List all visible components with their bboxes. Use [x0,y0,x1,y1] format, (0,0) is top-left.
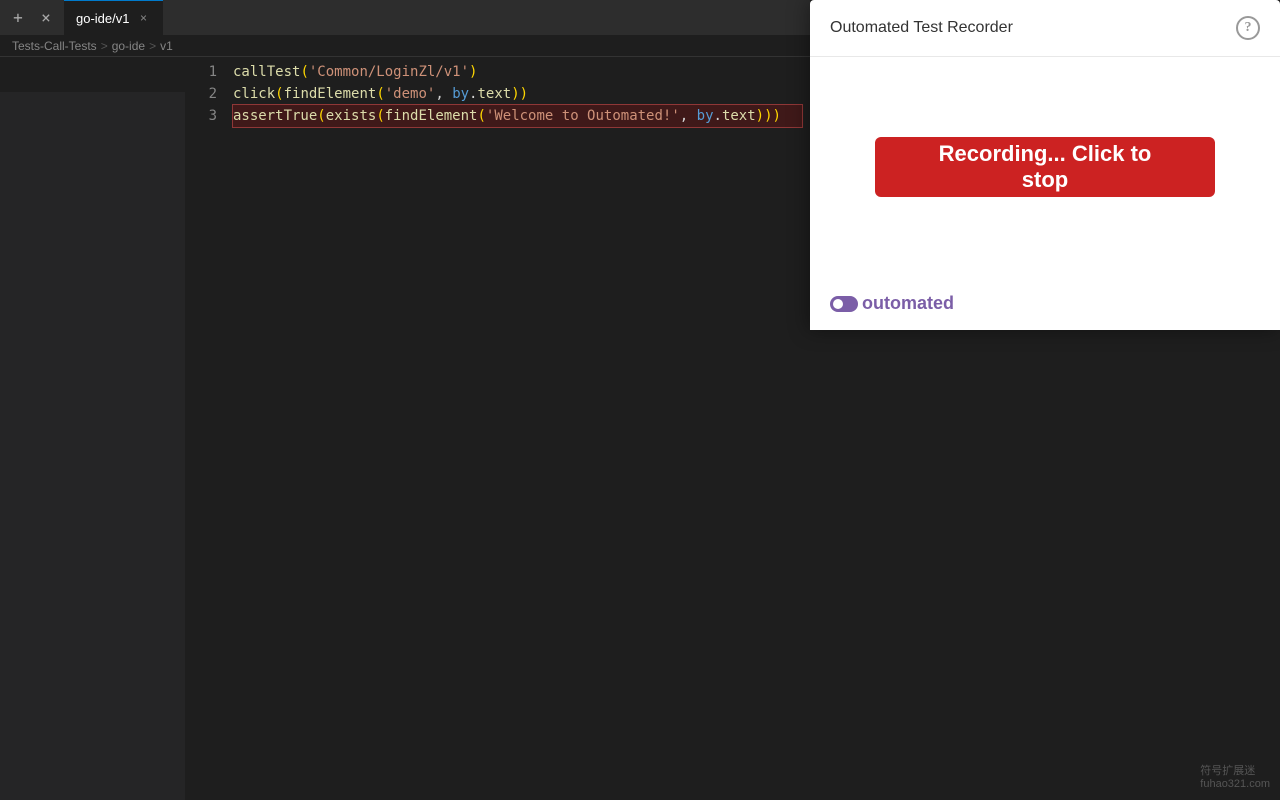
editor-area: + × go-ide/v1 × Tests-Call-Tests > go-id… [0,0,810,800]
code-token: ( [275,86,283,102]
watermark-line1: 符号扩展迷 [1200,762,1270,778]
code-line-2: click(findElement('demo', by.text)) [233,83,802,105]
code-token: text [477,86,511,102]
tab-label: go-ide/v1 [76,11,129,26]
code-token: by [452,86,469,102]
code-token: 'Welcome to Outomated!' [486,108,680,124]
breadcrumb-sep-2: > [149,39,156,53]
code-line-1: callTest('Common/LoginZl/v1') [233,61,802,83]
code-token: ) [469,64,477,80]
breadcrumb-part-1: Tests-Call-Tests [12,39,97,53]
code-token: assertTrue [233,108,317,124]
code-token: 'demo' [385,86,436,102]
code-token: ( [300,64,308,80]
code-token: ( [376,86,384,102]
watermark: 符号扩展迷 fuhao321.com [1200,762,1270,790]
code-token: ( [376,108,384,124]
close-tab-button[interactable]: × [32,4,60,32]
panel-title: Outomated Test Recorder [830,19,1013,37]
code-token: exists [326,108,377,124]
panel-body: Recording... Click to stop [810,57,1280,277]
code-token: 'Common/LoginZl/v1' [309,64,469,80]
tab-close-icon[interactable]: × [135,10,151,26]
tab-bar: + × go-ide/v1 × [0,0,810,35]
code-token: , [435,86,452,102]
code-token: ))) [756,108,781,124]
tab-go-ide[interactable]: go-ide/v1 × [64,0,163,35]
breadcrumb-part-2: go-ide [112,39,145,53]
editor-body: 1 2 3 callTest('Common/LoginZl/v1') clic… [0,57,810,800]
code-token: ( [317,108,325,124]
panel-header: Outomated Test Recorder ? [810,0,1280,57]
code-token: findElement [385,108,478,124]
line-numbers: 1 2 3 [185,57,225,800]
recorder-panel: Outomated Test Recorder ? Recording... C… [810,0,1280,330]
code-content[interactable]: callTest('Common/LoginZl/v1') click(find… [225,57,810,800]
code-area: 1 2 3 callTest('Common/LoginZl/v1') clic… [185,57,810,800]
tab-actions: + × [4,4,60,32]
stop-recording-button[interactable]: Recording... Click to stop [875,137,1215,197]
sidebar-left [0,92,185,800]
add-tab-button[interactable]: + [4,4,32,32]
code-token: . [714,108,722,124]
breadcrumb-part-3: v1 [160,39,173,53]
code-token: callTest [233,64,300,80]
line-number-3: 3 [185,105,217,127]
code-token: by [697,108,714,124]
code-token: click [233,86,275,102]
code-token: ( [477,108,485,124]
brand-name: outomated [862,293,954,314]
code-token: text [722,108,756,124]
help-icon[interactable]: ? [1236,16,1260,40]
code-token: findElement [284,86,377,102]
code-line-3: assertTrue(exists(findElement('Welcome t… [233,105,802,127]
breadcrumb: Tests-Call-Tests > go-ide > v1 [0,35,810,57]
code-token: , [680,108,697,124]
brand-icon [830,296,858,312]
breadcrumb-sep-1: > [101,39,108,53]
brand-logo: outomated [830,293,954,314]
line-number-2: 2 [185,83,217,105]
watermark-line2: fuhao321.com [1200,778,1270,790]
line-number-1: 1 [185,61,217,83]
panel-footer: outomated [810,277,1280,330]
code-token: )) [511,86,528,102]
